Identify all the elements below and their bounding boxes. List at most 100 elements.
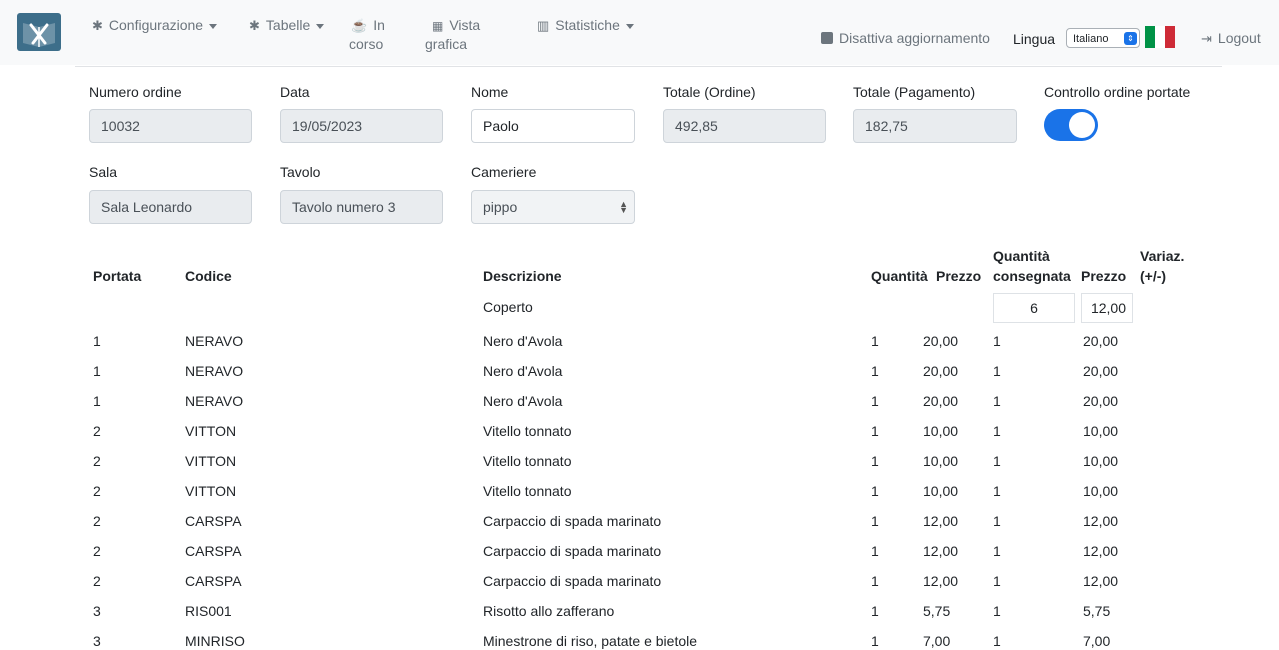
cell-codice: VITTON [185,453,237,469]
cell-consegnata: 1 [993,603,1001,619]
cell-codice: VITTON [185,423,237,439]
chevron-down-icon [316,23,325,29]
cell-descrizione: Nero d'Avola [483,363,563,379]
cell-codice: CARSPA [185,543,242,559]
cell-descrizione: Nero d'Avola [483,333,563,349]
tavolo-label: Tavolo [280,164,321,180]
numero-ordine-field: 10032 [89,109,252,143]
cell-prezzo2: 12,00 [1083,543,1119,559]
cell-codice: NERAVO [185,363,244,379]
select-arrows-icon: ⇕ [1124,32,1137,45]
header-quantita-consegnata-2: consegnata [993,268,1071,284]
cell-descrizione: Carpaccio di spada marinato [483,543,662,559]
app-logo[interactable] [17,13,61,51]
cell-quantita: 1 [871,333,879,349]
chevron-down-icon [625,23,634,29]
cell-prezzo2: 20,00 [1083,333,1119,349]
cell-portata: 2 [93,543,101,559]
nav-statistiche[interactable]: ▥ Statistiche [537,16,634,35]
cell-quantita: 1 [871,603,879,619]
cell-prezzo: 10,00 [923,423,959,439]
cell-consegnata: 1 [993,573,1001,589]
cell-consegnata: 1 [993,633,1001,649]
cell-prezzo: 12,00 [923,513,959,529]
cell-quantita: 1 [871,513,879,529]
controllo-ordine-toggle[interactable] [1044,109,1098,141]
cell-prezzo2: 10,00 [1083,453,1119,469]
logout-link[interactable]: ⇥ Logout [1201,29,1261,48]
cell-prezzo: 12,00 [923,573,959,589]
chevron-down-icon [209,23,218,29]
nav-in-corso[interactable]: ☕ In [351,16,385,35]
sala-label: Sala [89,164,118,180]
coperto-quantita-input[interactable]: 6 [993,293,1075,323]
cell-portata: 2 [93,423,101,439]
gear-icon: ✱ [249,18,260,33]
gear-icon: ✱ [92,18,103,33]
cell-prezzo: 20,00 [923,393,959,409]
cell-descrizione: Nero d'Avola [483,393,563,409]
totale-pagamento-field: 182,75 [853,109,1017,143]
tavolo-field: Tavolo numero 3 [280,190,443,224]
cell-consegnata: 1 [993,483,1001,499]
numero-ordine-label: Numero ordine [89,84,182,100]
cell-prezzo2: 20,00 [1083,363,1119,379]
nome-label: Nome [471,84,509,100]
cell-prezzo2: 10,00 [1083,423,1119,439]
cell-prezzo2: 12,00 [1083,513,1119,529]
cell-prezzo2: 10,00 [1083,483,1119,499]
nav-vista-grafica[interactable]: ▦ Vista [432,16,480,35]
cell-prezzo: 12,00 [923,543,959,559]
cell-descrizione: Carpaccio di spada marinato [483,573,662,589]
coffee-icon: ☕ [351,18,368,33]
cell-quantita: 1 [871,393,879,409]
cell-codice: NERAVO [185,333,244,349]
coperto-prezzo-input[interactable]: 12,00 [1081,293,1133,323]
cell-consegnata: 1 [993,423,1001,439]
cell-quantita: 1 [871,423,879,439]
cell-portata: 2 [93,513,101,529]
cell-consegnata: 1 [993,393,1001,409]
header-prezzo: Prezzo [936,268,982,284]
logout-icon: ⇥ [1201,31,1212,46]
cell-descrizione: Vitello tonnato [483,453,572,469]
nome-input[interactable]: Paolo [471,109,635,143]
cameriere-select[interactable]: pippo ▲ ▼ [471,190,635,224]
nav-tabelle[interactable]: ✱ Tabelle [249,16,325,35]
cell-quantita: 1 [871,543,879,559]
header-portata: Portata [93,268,142,284]
cell-prezzo2: 5,75 [1083,603,1111,619]
stop-icon [821,32,833,44]
cell-descrizione: Vitello tonnato [483,483,572,499]
select-arrows-icon: ▲ ▼ [619,199,628,215]
cell-consegnata: 1 [993,453,1001,469]
data-field: 19/05/2023 [280,109,443,143]
grid-icon: ▦ [432,19,444,33]
header-prezzo-2: Prezzo [1081,268,1127,284]
cell-descrizione: Risotto allo zafferano [483,603,615,619]
nav-configurazione[interactable]: ✱ Configurazione [92,16,218,35]
cell-descrizione: Vitello tonnato [483,423,572,439]
cell-portata: 3 [93,633,101,649]
header-quantita: Quantità [871,268,928,284]
cell-prezzo: 10,00 [923,483,959,499]
nav-in-corso-line2[interactable]: corso [349,36,383,52]
cell-consegnata: 1 [993,333,1001,349]
cell-portata: 2 [93,573,101,589]
cell-consegnata: 1 [993,363,1001,379]
cell-portata: 1 [93,333,101,349]
language-select[interactable]: Italiano ⇕ [1066,28,1140,48]
cell-prezzo: 7,00 [923,633,951,649]
disable-update-toggle[interactable]: Disattiva aggiornamento [821,29,990,47]
chart-icon: ▥ [537,18,550,33]
nav-vista-grafica-line2[interactable]: grafica [425,36,467,52]
cameriere-label: Cameriere [471,164,537,180]
header-descrizione: Descrizione [483,268,562,284]
header-variaz-2: (+/-) [1140,268,1167,284]
coperto-descrizione: Coperto [483,299,533,315]
header-quantita-consegnata-1: Quantità [993,248,1050,264]
cell-quantita: 1 [871,633,879,649]
cell-prezzo: 20,00 [923,363,959,379]
book-cutlery-icon [23,23,55,47]
cell-prezzo: 5,75 [923,603,951,619]
